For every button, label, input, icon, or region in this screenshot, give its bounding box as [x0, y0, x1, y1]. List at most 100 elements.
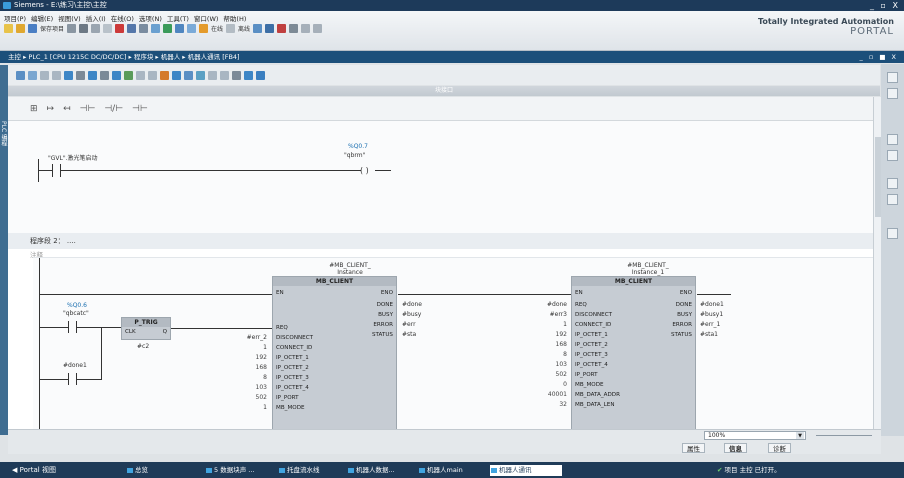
show-comments-icon[interactable]	[112, 70, 121, 80]
go-online-button[interactable]: 在线	[211, 24, 223, 33]
menu-help[interactable]: 帮助(H)	[223, 13, 246, 23]
accessible-devices-icon[interactable]	[253, 24, 263, 33]
libraries-tab-icon[interactable]	[887, 150, 898, 161]
favorites-tab-icon[interactable]	[887, 228, 898, 239]
open-project-icon[interactable]	[16, 24, 25, 33]
block-interface-bar[interactable]: 块接口	[8, 86, 880, 96]
ladder-editor[interactable]: ⊞ ↦ ↤ ⊣⊢ ⊣/⊢ ⊣⊢ "GVL".激光笔启动 %Q0.7 "qbrm"…	[8, 97, 873, 429]
menu-insert[interactable]: 插入(I)	[86, 13, 106, 23]
goto-previous-error-icon[interactable]	[148, 70, 157, 80]
testing-tab-icon[interactable]	[887, 88, 898, 99]
new-project-icon[interactable]	[4, 24, 13, 33]
fb1-in-ip-octet-3: IP_OCTET_3	[276, 375, 309, 381]
save-icon[interactable]	[28, 24, 37, 33]
window-controls[interactable]: _ ▫ X	[870, 0, 900, 11]
split-editor-vertical-icon[interactable]	[313, 24, 323, 33]
menu-view[interactable]: 视图(V)	[58, 13, 81, 23]
task-robot-main[interactable]: 机器人main	[418, 465, 484, 476]
network-2-header[interactable]: 程序段 2： ....	[8, 233, 873, 249]
online-tools-tab-icon[interactable]	[887, 194, 898, 205]
task-robot-data[interactable]: 机器人数据...	[347, 465, 411, 476]
left-vertical-tab[interactable]: PLC 编程	[0, 65, 8, 435]
redo-icon[interactable]	[139, 24, 149, 33]
branch-open-icon[interactable]: ↦	[47, 104, 55, 114]
stop-cpu-icon[interactable]	[277, 24, 287, 33]
network-2[interactable]: %Q0.6 "qbcatc" P_TRIG CLK Q #c2 #done1 #…	[33, 257, 873, 429]
tia-portal: PORTAL	[850, 26, 894, 37]
normally-closed-contact-icon[interactable]: ⊣/⊢	[104, 104, 123, 114]
go-online-icon[interactable]	[199, 24, 209, 33]
paste-icon[interactable]	[103, 24, 113, 33]
goto-next-error-icon[interactable]	[136, 70, 145, 80]
start-cpu-icon[interactable]	[265, 24, 275, 33]
task-tray-line[interactable]: 托盘流水线	[278, 465, 340, 476]
outdent-icon[interactable]	[220, 70, 229, 80]
simulation-icon[interactable]	[187, 24, 197, 33]
delete-icon[interactable]	[115, 24, 125, 33]
indent-icon[interactable]	[208, 70, 217, 80]
fb1-instance-name: Instance	[337, 269, 363, 276]
task-robot-comm[interactable]: 机器人通讯	[490, 465, 562, 476]
delete-network-icon[interactable]	[28, 70, 37, 80]
compile-icon[interactable]	[151, 24, 161, 33]
right-task-panel	[881, 64, 904, 436]
split-editor-icon[interactable]	[301, 24, 311, 33]
coil-icon[interactable]: ⊣⊢	[132, 104, 148, 114]
absolute-symbolic-icon[interactable]	[100, 70, 109, 80]
cross-reference-icon[interactable]	[289, 24, 299, 33]
go-offline-icon[interactable]	[226, 24, 236, 33]
zoom-select[interactable]: 100% ▼	[704, 431, 806, 440]
breadcrumb-path[interactable]: 主控 ▸ PLC_1 [CPU 1215C DC/DC/DC] ▸ 程序块 ▸ …	[8, 53, 240, 61]
editor-window-controls[interactable]: _ ▫ ■ X	[860, 51, 898, 63]
portal-view-button[interactable]: ◀ Portal 视图	[12, 465, 56, 476]
zoom-slider[interactable]	[816, 435, 872, 436]
properties-icon[interactable]	[256, 70, 265, 80]
close-all-networks-icon[interactable]	[76, 70, 85, 80]
network-1[interactable]: "GVL".激光笔启动 %Q0.7 "qbrm" ( )	[8, 121, 873, 233]
editor-vertical-scrollbar[interactable]	[873, 97, 881, 429]
scrollbar-thumb[interactable]	[875, 137, 881, 217]
add-ins-tab-icon[interactable]	[887, 178, 898, 189]
branch-close-icon[interactable]: ↤	[63, 104, 71, 114]
p-trig-block[interactable]: P_TRIG CLK Q	[121, 317, 171, 340]
download-icon[interactable]	[163, 24, 173, 33]
copy-icon[interactable]	[91, 24, 101, 33]
upload-icon[interactable]	[175, 24, 185, 33]
menu-project[interactable]: 项目(P)	[4, 13, 26, 23]
block-compare-icon[interactable]	[196, 70, 205, 80]
tab-info[interactable]: 信息	[724, 443, 747, 453]
menu-options[interactable]: 选项(N)	[139, 13, 162, 23]
call-environment-icon[interactable]	[172, 70, 181, 80]
tasks-tab-icon[interactable]	[887, 134, 898, 145]
help-icon[interactable]	[244, 70, 253, 80]
monitoring-icon[interactable]	[124, 70, 133, 80]
menu-window[interactable]: 窗口(W)	[194, 13, 219, 23]
undo-icon[interactable]	[127, 24, 137, 33]
monitor-on-off-icon[interactable]	[160, 70, 169, 80]
watch-table-icon[interactable]	[184, 70, 193, 80]
fb1-mb-client[interactable]: MB_CLIENT EN ENO DONE BUSY ERROR STATUS …	[272, 276, 397, 429]
fb2-mb-client[interactable]: MB_CLIENT EN ENO DONE BUSY ERROR STATUS …	[571, 276, 696, 429]
menu-online[interactable]: 在线(O)	[111, 13, 134, 23]
insert-network-icon[interactable]	[16, 70, 25, 80]
insert-row-icon[interactable]	[40, 70, 49, 80]
network-contact-icon[interactable]: ⊞	[30, 104, 38, 114]
normally-open-contact-icon[interactable]: ⊣⊢	[80, 104, 96, 114]
print-icon[interactable]	[67, 24, 77, 33]
find-icon[interactable]	[232, 70, 241, 80]
menu-tools[interactable]: 工具(T)	[167, 13, 189, 23]
go-offline-button[interactable]: 离线	[238, 24, 250, 33]
task-data-block[interactable]: 5 数据块声 ...	[205, 465, 275, 476]
show-favorites-icon[interactable]	[88, 70, 97, 80]
add-row-icon[interactable]	[52, 70, 61, 80]
task-overview[interactable]: 总览	[126, 465, 196, 476]
open-all-networks-icon[interactable]	[64, 70, 73, 80]
cut-icon[interactable]	[79, 24, 89, 33]
tab-properties[interactable]: 属性	[682, 443, 705, 453]
chevron-down-icon[interactable]: ▼	[796, 432, 804, 439]
instructions-tab-icon[interactable]	[887, 72, 898, 83]
tab-diagnostics[interactable]: 诊断	[768, 443, 791, 453]
save-project-button[interactable]: 保存项目	[40, 24, 64, 33]
menu-edit[interactable]: 编辑(E)	[31, 13, 53, 23]
fb2-out-error: ERROR	[672, 322, 692, 328]
